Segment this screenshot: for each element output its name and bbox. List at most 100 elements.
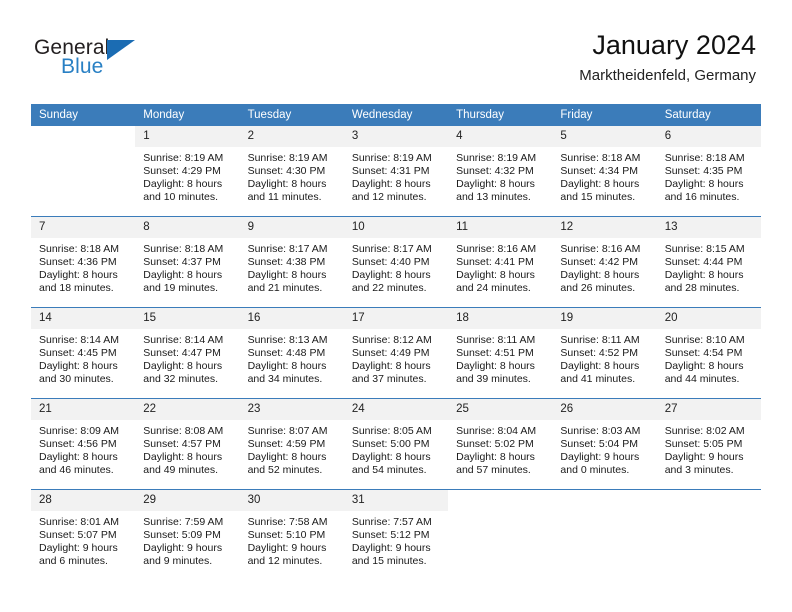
day-number: 15: [135, 308, 240, 329]
day-number: 21: [31, 399, 136, 420]
sunset-text: Sunset: 5:05 PM: [664, 437, 743, 450]
calendar-day-cell[interactable]: 28 Sunrise: 8:01 AM Sunset: 5:07 PM Dayligh…: [31, 489, 136, 574]
sunrise-text: Sunrise: 7:57 AM: [351, 516, 432, 528]
day-sun-info: Sunrise: 8:17 AM Sunset: 4:38 PM Daylight:…: [240, 238, 344, 295]
daylight-text-line2: and 16 minutes.: [664, 190, 740, 203]
calendar-day-cell[interactable]: 29 Sunrise: 7:59 AM Sunset: 5:09 PM Dayligh…: [135, 489, 240, 574]
day-sun-info: Sunrise: 8:19 AM Sunset: 4:29 PM Daylight:…: [135, 147, 239, 204]
sunset-text: Sunset: 5:04 PM: [560, 437, 639, 450]
daylight-text-line1: Daylight: 8 hours: [456, 268, 535, 281]
day-number: 10: [343, 217, 449, 238]
day-number: 19: [552, 308, 657, 329]
daylight-text-line1: Daylight: 8 hours: [351, 359, 431, 372]
day-sun-info: Sunrise: 8:18 AM Sunset: 4:36 PM Daylight:…: [31, 238, 135, 295]
calendar-day-cell[interactable]: 16 Sunrise: 8:13 AM Sunset: 4:48 PM Dayligh…: [239, 307, 344, 392]
sunrise-text: Sunrise: 8:08 AM: [143, 425, 224, 437]
sunset-text: Sunset: 4:59 PM: [247, 437, 326, 450]
daylight-text-line1: Daylight: 9 hours: [351, 541, 431, 554]
calendar-day-cell[interactable]: 3 Sunrise: 8:19 AM Sunset: 4:31 PM Daylight…: [343, 126, 449, 210]
calendar-day-cell[interactable]: 17 Sunrise: 8:12 AM Sunset: 4:49 PM Dayligh…: [343, 307, 449, 392]
daylight-text-line1: Daylight: 8 hours: [143, 177, 223, 190]
calendar-day-cell[interactable]: 12 Sunrise: 8:16 AM Sunset: 4:42 PM Dayligh…: [552, 216, 657, 301]
sunset-text: Sunset: 5:07 PM: [39, 528, 117, 541]
day-number: 30: [239, 490, 344, 511]
daylight-text-line2: and 15 minutes.: [560, 190, 636, 203]
day-sun-info: Sunrise: 8:12 AM Sunset: 4:49 PM Daylight:…: [344, 329, 448, 386]
daylight-text-line2: and 34 minutes.: [247, 372, 323, 385]
day-number: 4: [448, 126, 553, 147]
calendar-day-cell[interactable]: 4 Sunrise: 8:19 AM Sunset: 4:32 PM Daylight…: [448, 126, 553, 210]
day-number: 12: [552, 217, 657, 238]
day-number: 29: [135, 490, 240, 511]
day-sun-info: Sunrise: 8:13 AM Sunset: 4:48 PM Daylight:…: [240, 329, 344, 386]
calendar-day-cell[interactable]: 23 Sunrise: 8:07 AM Sunset: 4:59 PM Dayligh…: [239, 398, 344, 483]
daylight-text-line2: and 18 minutes.: [39, 281, 114, 294]
day-sun-info: Sunrise: 8:18 AM Sunset: 4:34 PM Daylight:…: [552, 147, 656, 204]
calendar-week-row: 7 Sunrise: 8:18 AM Sunset: 4:36 PM Daylight…: [31, 216, 761, 301]
calendar-cell-empty: [31, 126, 136, 210]
calendar-day-cell[interactable]: 13 Sunrise: 8:15 AM Sunset: 4:44 PM Dayligh…: [656, 216, 761, 301]
calendar-grid: Sunday Monday Tuesday Wednesday Thursday…: [31, 104, 761, 574]
day-sun-info: Sunrise: 8:19 AM Sunset: 4:31 PM Daylight:…: [344, 147, 448, 204]
daylight-text-line1: Daylight: 8 hours: [560, 359, 640, 372]
sunrise-text: Sunrise: 8:17 AM: [247, 243, 328, 255]
day-number: 3: [343, 126, 449, 147]
page-header: General Blue January 2024 Marktheidenfel…: [0, 0, 792, 104]
sunrise-text: Sunrise: 8:13 AM: [247, 334, 328, 346]
sunset-text: Sunset: 4:44 PM: [664, 255, 743, 268]
daylight-text-line2: and 19 minutes.: [143, 281, 218, 294]
calendar-day-cell[interactable]: 19 Sunrise: 8:11 AM Sunset: 4:52 PM Dayligh…: [552, 307, 657, 392]
day-sun-info: Sunrise: 8:19 AM Sunset: 4:30 PM Daylight:…: [240, 147, 344, 204]
sunrise-text: Sunrise: 8:05 AM: [351, 425, 432, 437]
day-sun-info: Sunrise: 8:18 AM Sunset: 4:35 PM Daylight:…: [657, 147, 761, 204]
calendar-day-cell[interactable]: 27 Sunrise: 8:02 AM Sunset: 5:05 PM Dayligh…: [656, 398, 761, 483]
calendar-day-cell[interactable]: 7 Sunrise: 8:18 AM Sunset: 4:36 PM Daylight…: [31, 216, 136, 301]
calendar-day-cell[interactable]: 1 Sunrise: 8:19 AM Sunset: 4:29 PM Daylight…: [135, 126, 240, 210]
calendar-day-cell[interactable]: 20 Sunrise: 8:10 AM Sunset: 4:54 PM Dayligh…: [656, 307, 761, 392]
sunset-text: Sunset: 4:54 PM: [664, 346, 743, 359]
day-number: 1: [135, 126, 240, 147]
sunrise-text: Sunrise: 8:12 AM: [351, 334, 432, 346]
calendar-day-cell[interactable]: 18 Sunrise: 8:11 AM Sunset: 4:51 PM Dayligh…: [448, 307, 553, 392]
calendar-week-row: 1 Sunrise: 8:19 AM Sunset: 4:29 PM Daylight…: [31, 126, 761, 210]
calendar-day-cell[interactable]: 15 Sunrise: 8:14 AM Sunset: 4:47 PM Dayligh…: [135, 307, 240, 392]
daylight-text-line1: Daylight: 9 hours: [560, 450, 640, 463]
day-number: 27: [656, 399, 761, 420]
day-sun-info: Sunrise: 8:05 AM Sunset: 5:00 PM Daylight:…: [344, 420, 448, 477]
calendar-day-cell[interactable]: 31 Sunrise: 7:57 AM Sunset: 5:12 PM Dayligh…: [343, 489, 449, 574]
sunset-text: Sunset: 4:48 PM: [247, 346, 326, 359]
calendar-day-cell[interactable]: 22 Sunrise: 8:08 AM Sunset: 4:57 PM Dayligh…: [135, 398, 240, 483]
day-sun-info: Sunrise: 8:07 AM Sunset: 4:59 PM Daylight:…: [240, 420, 344, 477]
sunrise-text: Sunrise: 8:14 AM: [143, 334, 224, 346]
day-sun-info: Sunrise: 8:15 AM Sunset: 4:44 PM Daylight:…: [657, 238, 761, 295]
calendar-day-cell[interactable]: 6 Sunrise: 8:18 AM Sunset: 4:35 PM Daylight…: [656, 126, 761, 210]
sunrise-text: Sunrise: 8:18 AM: [664, 152, 745, 164]
calendar-day-cell[interactable]: 8 Sunrise: 8:18 AM Sunset: 4:37 PM Daylight…: [135, 216, 240, 301]
weekday-header-sunday: Sunday: [31, 104, 136, 126]
day-sun-info: Sunrise: 8:19 AM Sunset: 4:32 PM Daylight:…: [448, 147, 552, 204]
calendar-day-cell[interactable]: 10 Sunrise: 8:17 AM Sunset: 4:40 PM Dayligh…: [343, 216, 449, 301]
calendar-day-cell[interactable]: 9 Sunrise: 8:17 AM Sunset: 4:38 PM Daylight…: [239, 216, 344, 301]
weekday-header-tuesday: Tuesday: [239, 104, 344, 126]
day-number: 24: [343, 399, 449, 420]
daylight-text-line2: and 39 minutes.: [456, 372, 531, 385]
weekday-header-friday: Friday: [552, 104, 657, 126]
day-number: 2: [239, 126, 344, 147]
calendar-day-cell[interactable]: 25 Sunrise: 8:04 AM Sunset: 5:02 PM Dayligh…: [448, 398, 553, 483]
day-number: 6: [656, 126, 761, 147]
sunset-text: Sunset: 4:32 PM: [456, 164, 534, 177]
calendar-day-cell[interactable]: 26 Sunrise: 8:03 AM Sunset: 5:04 PM Dayligh…: [552, 398, 657, 483]
calendar-day-cell[interactable]: 30 Sunrise: 7:58 AM Sunset: 5:10 PM Dayligh…: [239, 489, 344, 574]
weekday-header-saturday: Saturday: [656, 104, 761, 126]
calendar-day-cell[interactable]: 5 Sunrise: 8:18 AM Sunset: 4:34 PM Daylight…: [552, 126, 657, 210]
daylight-text-line2: and 21 minutes.: [247, 281, 323, 294]
calendar-day-cell[interactable]: 21 Sunrise: 8:09 AM Sunset: 4:56 PM Dayligh…: [31, 398, 136, 483]
calendar-day-cell[interactable]: 11 Sunrise: 8:16 AM Sunset: 4:41 PM Dayligh…: [448, 216, 553, 301]
sunset-text: Sunset: 5:10 PM: [247, 528, 326, 541]
calendar-day-cell[interactable]: 14 Sunrise: 8:14 AM Sunset: 4:45 PM Dayligh…: [31, 307, 136, 392]
calendar-day-cell[interactable]: 2 Sunrise: 8:19 AM Sunset: 4:30 PM Daylight…: [239, 126, 344, 210]
general-blue-logo[interactable]: General Blue: [34, 37, 164, 83]
day-sun-info: Sunrise: 8:14 AM Sunset: 4:45 PM Daylight:…: [31, 329, 135, 386]
day-number: 8: [135, 217, 240, 238]
calendar-day-cell[interactable]: 24 Sunrise: 8:05 AM Sunset: 5:00 PM Dayligh…: [343, 398, 449, 483]
